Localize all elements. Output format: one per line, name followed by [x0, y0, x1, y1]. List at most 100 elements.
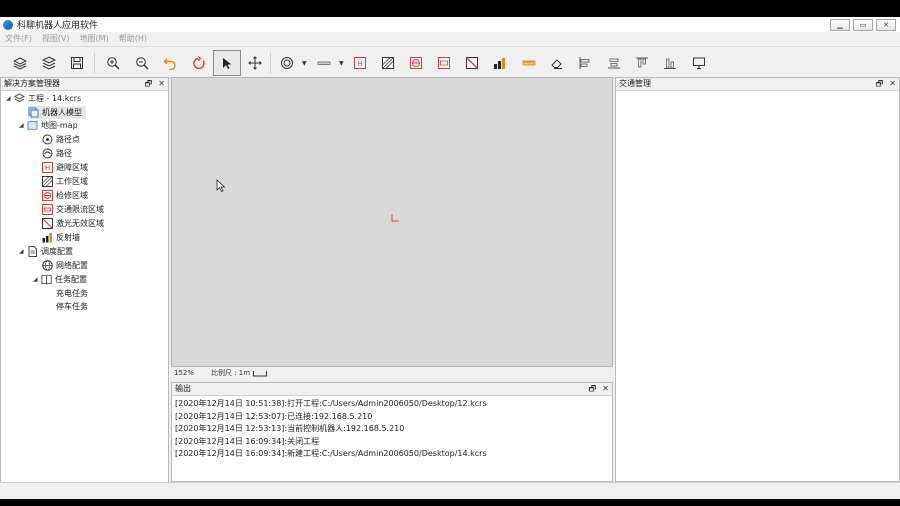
tree-node-label: 充电任务 [56, 289, 88, 298]
save-button[interactable] [64, 51, 90, 75]
tree-node-robot-model[interactable]: 机器人模型 [28, 105, 86, 119]
align-left-icon [579, 57, 590, 69]
layers-stack-icon [42, 56, 56, 70]
work-area-icon [382, 57, 394, 69]
target-dropdown-icon[interactable]: ▼ [302, 60, 307, 67]
close-button[interactable]: ✕ [876, 19, 896, 31]
tree-node-label: 调度配置 [41, 247, 73, 256]
scale-bar-icon [253, 371, 267, 377]
obstacle-area-button[interactable]: H [347, 51, 373, 75]
output-log: [2020年12月14日 10:51:38]:打开工程:C:/Users/Adm… [172, 396, 612, 481]
log-line: [2020年12月14日 16:09:34]:新建工程:C:/Users/Adm… [175, 449, 487, 458]
zoom-out-button[interactable] [129, 51, 155, 75]
redo-icon [193, 56, 205, 70]
save-icon [71, 57, 83, 69]
tree-node-laser-invalid-area[interactable]: 激光无效区域 [42, 217, 104, 230]
scale-label: 比例尺 : 1m [211, 369, 251, 377]
expand-arrow-icon[interactable]: ◢ [19, 248, 27, 255]
expand-arrow-icon[interactable]: ◢ [33, 276, 41, 283]
laser-invalid-area-button[interactable] [459, 51, 485, 75]
tree-node-reflector[interactable]: 反射墙 [42, 231, 80, 244]
log-line: [2020年12月14日 16:09:34]:关闭工程 [175, 436, 320, 446]
tree-node-path[interactable]: 路径 [42, 147, 72, 160]
maintain-area-button[interactable] [403, 51, 429, 75]
close-panel-button[interactable]: ✕ [889, 79, 896, 89]
maintain-area-icon [42, 190, 53, 201]
redo-button[interactable] [186, 51, 212, 75]
tree-node-label: 地图-map [41, 121, 78, 130]
output-title: 输出 [175, 384, 191, 393]
menu-view[interactable]: 视图(V) [37, 32, 75, 45]
output-panel: 输出 🗗 ✕ [2020年12月14日 10:51:38]:打开工程:C:/Us… [171, 382, 613, 482]
tree-node-charge-task[interactable]: 充电任务 [56, 287, 88, 300]
book-icon [41, 274, 52, 285]
document-icon [27, 246, 38, 257]
menu-file[interactable]: 文件(F) [0, 32, 37, 45]
tree-node-obstacle-area[interactable]: H 避障区域 [42, 161, 88, 174]
select-tool-button[interactable] [213, 50, 241, 76]
minimize-button[interactable]: ▁ [830, 19, 850, 31]
tree-node-label: 工作区域 [56, 177, 88, 186]
move-tool-button[interactable] [242, 51, 268, 75]
align-center-button[interactable] [601, 51, 627, 75]
close-panel-button[interactable]: ✕ [158, 79, 165, 89]
undo-icon [163, 58, 176, 70]
reflector-button[interactable] [487, 51, 513, 75]
reflector-icon [42, 232, 53, 243]
restore-button[interactable]: ▭ [853, 19, 873, 31]
line-tool-button[interactable] [311, 51, 337, 75]
zoom-in-button[interactable] [100, 51, 126, 75]
layers-stack-button[interactable] [36, 51, 62, 75]
float-panel-button[interactable]: 🗗 [876, 79, 884, 89]
solution-explorer-panel: 解决方案管理器 🗗 ✕ ◢ 工程 - 14.kcrs 机器人模型 ◢ 地图-ma… [0, 77, 169, 497]
line-icon [317, 61, 331, 65]
monitor-button[interactable] [686, 51, 712, 75]
ruler-button[interactable] [516, 51, 542, 75]
tree-node-speed-limit-area[interactable]: 交通限流区域 [42, 203, 104, 216]
align-bottom-icon [664, 58, 676, 69]
eraser-button[interactable] [544, 51, 570, 75]
globe-icon [42, 260, 53, 271]
speed-limit-area-button[interactable] [431, 51, 457, 75]
tree-node-network-config[interactable]: 网络配置 [42, 259, 88, 272]
expand-arrow-icon[interactable]: ◢ [19, 122, 27, 129]
line-dropdown-icon[interactable]: ▼ [339, 60, 344, 67]
map-canvas[interactable] [171, 77, 613, 367]
close-panel-button[interactable]: ✕ [602, 384, 609, 394]
solution-tree: ◢ 工程 - 14.kcrs 机器人模型 ◢ 地图-map 路径点 路径 H 避… [1, 91, 168, 496]
window-title: 科聊机器人应用软件 [17, 21, 99, 31]
tree-node-map[interactable]: ◢ 地图-map [19, 119, 78, 132]
tree-node-task-config[interactable]: ◢ 任务配置 [33, 273, 87, 286]
align-top-button[interactable] [629, 51, 655, 75]
svg-text:H: H [357, 60, 362, 68]
eraser-icon [551, 59, 562, 69]
float-panel-button[interactable]: 🗗 [589, 384, 597, 394]
tree-node-waypoint[interactable]: 路径点 [42, 133, 80, 146]
zoom-in-icon [107, 57, 120, 70]
align-bottom-button[interactable] [657, 51, 683, 75]
mouse-cursor-icon [216, 179, 226, 193]
tree-node-dispatch-config[interactable]: ◢ 调度配置 [19, 245, 73, 258]
tree-node-work-area[interactable]: 工作区域 [42, 175, 88, 188]
app-window: 科聊机器人应用软件 ▁ ▭ ✕ 文件(F) 视图(V) 地图(M) 帮助(H) [0, 17, 900, 499]
tree-node-project[interactable]: ◢ 工程 - 14.kcrs [6, 92, 81, 105]
tree-node-parking-task[interactable]: 停车任务 [56, 300, 88, 313]
align-left-button[interactable] [572, 51, 598, 75]
menu-help[interactable]: 帮助(H) [114, 32, 152, 45]
toolbar: ▼ ▼ H [0, 46, 900, 79]
work-area-button[interactable] [375, 51, 401, 75]
speed-limit-area-icon [42, 204, 53, 215]
tree-node-maintain-area[interactable]: 检修区域 [42, 189, 88, 202]
undo-button[interactable] [157, 51, 183, 75]
target-tool-button[interactable] [274, 51, 300, 75]
zoom-out-icon [136, 57, 149, 70]
menu-map[interactable]: 地图(M) [75, 32, 114, 45]
waypoint-icon [42, 134, 53, 145]
expand-arrow-icon[interactable]: ◢ [6, 95, 14, 102]
layers-button[interactable] [7, 51, 33, 75]
log-line: [2020年12月14日 10:51:38]:打开工程:C:/Users/Adm… [175, 399, 487, 408]
origin-marker-icon [391, 214, 399, 222]
log-line: [2020年12月14日 12:53:13]:当前控制机器人:192.168.5… [175, 424, 405, 433]
float-panel-button[interactable]: 🗗 [145, 79, 153, 89]
title-bar: 科聊机器人应用软件 ▁ ▭ ✕ [0, 17, 900, 32]
